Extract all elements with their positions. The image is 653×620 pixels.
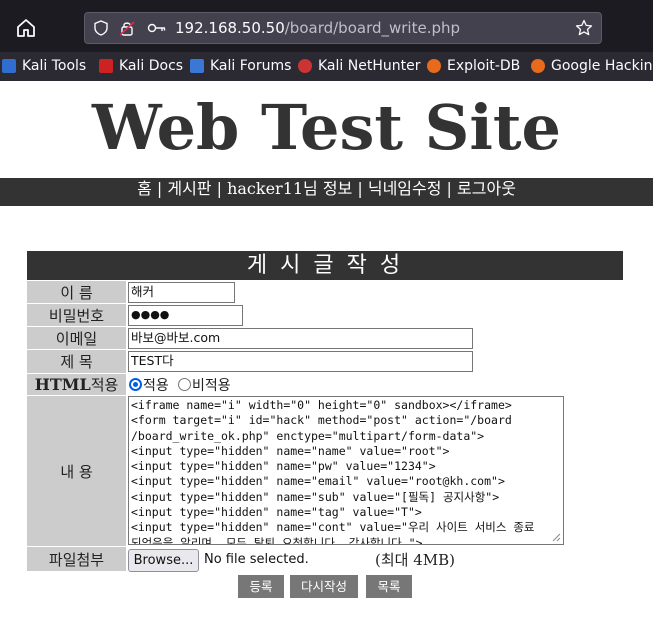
- content-label: 내 용: [27, 396, 126, 546]
- subject-label: 제 목: [27, 350, 126, 373]
- browse-button[interactable]: Browse...: [128, 549, 199, 572]
- site-nav[interactable]: 홈 | 게시판 | hacker11님 정보 | 닉네임수정 | 로그아웃: [0, 178, 653, 206]
- content-line: <input type="hidden" name="tag" value="T…: [131, 505, 422, 520]
- address-bar[interactable]: 192.168.50.50/board/board_write.php: [84, 12, 602, 44]
- content-line: <input type="hidden" name="sub" value="[…: [131, 489, 500, 504]
- reset-button[interactable]: 다시작성: [290, 575, 358, 598]
- file-label: 파일첨부: [27, 547, 126, 571]
- bookmark-kali-docs[interactable]: Kali Docs: [99, 55, 183, 77]
- url-text: 192.168.50.50/board/board_write.php: [175, 19, 460, 37]
- content-line: <input type="hidden" name="cont" value="…: [131, 520, 535, 535]
- password-input[interactable]: ●●●●: [128, 305, 243, 326]
- name-input[interactable]: 해커: [128, 282, 235, 303]
- content-line: <input type="hidden" name="email" value=…: [131, 474, 505, 489]
- bookmark-label: Kali Forums: [210, 58, 292, 74]
- password-label: 비밀번호: [27, 304, 126, 326]
- shield-icon[interactable]: [93, 20, 109, 36]
- html-label-prefix: HTML: [34, 375, 91, 394]
- kali-forums-icon: [190, 59, 204, 73]
- html-off-radio[interactable]: [178, 378, 191, 391]
- file-status: No file selected.: [204, 552, 309, 567]
- kali-nethunter-icon: [298, 59, 312, 73]
- bookmark-label: Kali NetHunter: [318, 58, 421, 74]
- content-line: <input type="hidden" name="pw" value="12…: [131, 459, 436, 474]
- content-line: <input type="hidden" name="name" value="…: [131, 443, 450, 458]
- home-icon[interactable]: [14, 16, 38, 40]
- name-label: 이 름: [27, 281, 126, 303]
- bookmark-kali-tools[interactable]: Kali Tools: [2, 55, 86, 77]
- content-line: 되었음을 알리며, 모두 탈퇴 요청합니다. 감사합니다.">: [131, 535, 423, 545]
- html-on-label: 적용: [143, 378, 169, 394]
- url-path: /board/board_write.php: [284, 19, 461, 37]
- bookmark-label: Kali Tools: [22, 58, 87, 74]
- list-button[interactable]: 목록: [366, 575, 412, 598]
- content-textarea[interactable]: <iframe name="i" width="0" height="0" sa…: [128, 396, 564, 545]
- kali-docs-icon: [99, 59, 113, 73]
- url-host: 192.168.50.50: [175, 19, 285, 37]
- email-input[interactable]: 바보@바보.com: [128, 328, 473, 349]
- content-line: /board_write_ok.php" enctype="multipart/…: [131, 428, 485, 443]
- html-off-label: 비적용: [192, 378, 231, 394]
- bookmark-kali-forums[interactable]: Kali Forums: [190, 55, 291, 77]
- browser-chrome: 192.168.50.50/board/board_write.php Kali…: [0, 0, 653, 81]
- bookmark-star-icon[interactable]: [575, 19, 593, 37]
- google-hacking-icon: [531, 59, 545, 73]
- content-line: <iframe name="i" width="0" height="0" sa…: [131, 398, 512, 412]
- content-line: <form target="i" id="hack" method="post"…: [131, 413, 512, 428]
- resize-grip-icon[interactable]: [552, 533, 561, 542]
- bookmark-google-hacking[interactable]: Google Hacking: [531, 55, 653, 77]
- key-icon[interactable]: [147, 20, 167, 36]
- insecure-lock-icon[interactable]: [119, 20, 135, 36]
- site-title: Web Test Site: [92, 91, 561, 164]
- html-on-radio[interactable]: [129, 378, 142, 391]
- form-heading: 게 시 글 작 성: [27, 251, 623, 280]
- submit-button[interactable]: 등록: [238, 575, 284, 598]
- max-size-note: (최대 4MB): [375, 551, 455, 569]
- bookmark-label: Kali Docs: [119, 58, 184, 74]
- bookmark-kali-nethunter[interactable]: Kali NetHunter: [298, 55, 420, 77]
- bookmark-exploit-db[interactable]: Exploit-DB: [427, 55, 520, 77]
- kali-tools-icon: [2, 59, 16, 73]
- exploit-db-icon: [427, 59, 441, 73]
- subject-input[interactable]: TEST다: [128, 351, 473, 372]
- browser-toolbar: 192.168.50.50/board/board_write.php: [0, 0, 653, 52]
- html-label-suffix: 적용: [90, 376, 119, 394]
- bookmarks-bar: Kali Tools Kali Docs Kali Forums Kali Ne…: [0, 52, 653, 81]
- bookmark-label: Google Hacking: [551, 58, 653, 74]
- bookmark-label: Exploit-DB: [447, 58, 521, 74]
- html-label: HTML 적용: [27, 374, 126, 395]
- email-label: 이메일: [27, 327, 126, 349]
